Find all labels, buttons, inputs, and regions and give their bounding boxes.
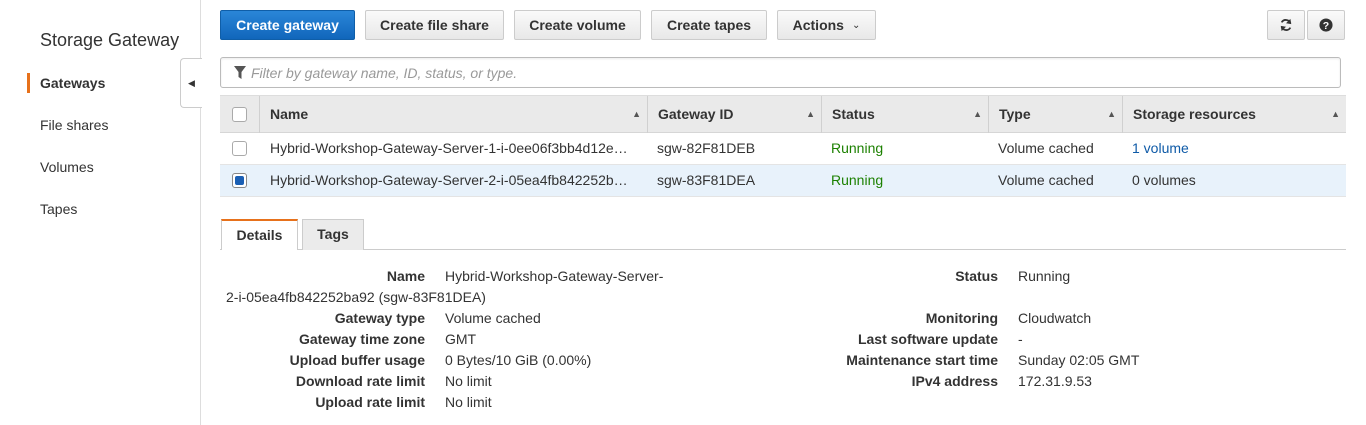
detail-time-zone-link[interactable]: GMT <box>445 331 476 347</box>
svg-text:?: ? <box>1323 20 1329 32</box>
sidebar-item-tapes[interactable]: Tapes <box>40 201 77 217</box>
detail-label-download-rate: Download rate limit <box>295 373 425 389</box>
sort-asc-icon: ▲ <box>1331 109 1340 119</box>
sort-asc-icon: ▲ <box>973 109 982 119</box>
sidebar-collapse-button[interactable]: ◀ <box>180 58 202 108</box>
tab-tags[interactable]: Tags <box>302 219 364 250</box>
gateway-id: sgw-82F81DEB <box>657 140 756 156</box>
gateway-id: sgw-83F81DEA <box>657 172 756 188</box>
refresh-icon <box>1280 18 1292 32</box>
tabs-divider <box>220 249 1346 250</box>
detail-monitoring-link[interactable]: Cloudwatch <box>1018 310 1091 326</box>
filter-box <box>220 57 1341 88</box>
sidebar-item-file-shares[interactable]: File shares <box>40 117 108 133</box>
table-row[interactable]: Hybrid-Workshop-Gateway-Server-1-i-0ee06… <box>220 133 1346 165</box>
sidebar-item-gateways[interactable]: Gateways <box>40 75 105 91</box>
column-header-type[interactable]: Type ▲ <box>988 96 1122 133</box>
sidebar-title: Storage Gateway <box>40 30 180 50</box>
detail-label-last-update: Last software update <box>857 331 998 347</box>
row-checkbox[interactable] <box>232 173 247 188</box>
actions-label: Actions <box>792 17 844 33</box>
create-volume-button[interactable]: Create volume <box>514 10 641 40</box>
detail-label-upload-rate: Upload rate limit <box>315 394 425 410</box>
column-header-gateway-id[interactable]: Gateway ID ▲ <box>647 96 821 133</box>
detail-label-status: Status <box>955 268 998 284</box>
detail-label-time-zone: Gateway time zone <box>298 331 425 347</box>
detail-name-link-continued[interactable]: 2-i-05ea4fb842252ba92 (sgw-83F81DEA) <box>226 289 486 305</box>
detail-label-upload-buffer: Upload buffer usage <box>289 352 425 368</box>
sort-asc-icon: ▲ <box>1107 109 1116 119</box>
table-row[interactable]: Hybrid-Workshop-Gateway-Server-2-i-05ea4… <box>220 165 1346 197</box>
nav-active-indicator <box>27 73 30 93</box>
triangle-left-icon: ◀ <box>188 77 195 88</box>
gateway-name: Hybrid-Workshop-Gateway-Server-1-i-0ee06… <box>270 140 628 156</box>
sort-asc-icon: ▲ <box>806 109 815 119</box>
detail-upload-buffer: 0 Bytes/10 GiB (0.00%) <box>445 352 592 368</box>
detail-maintenance-link[interactable]: Sunday 02:05 GMT <box>1018 352 1139 368</box>
detail-download-rate-link[interactable]: No limit <box>445 373 492 389</box>
select-all-checkbox[interactable] <box>232 107 247 122</box>
gateway-type: Volume cached <box>998 140 1094 156</box>
storage-resources: 0 volumes <box>1132 172 1196 188</box>
detail-ipv4: 172.31.9.53 <box>1018 373 1092 389</box>
gateway-status: Running <box>831 172 884 188</box>
row-checkbox[interactable] <box>232 141 247 156</box>
gateways-table: Name ▲ Gateway ID ▲ Status ▲ Type ▲ Storage … <box>220 95 1346 197</box>
detail-name-link[interactable]: Hybrid-Workshop-Gateway-Server- <box>445 268 663 284</box>
gateway-status: Running <box>831 140 884 156</box>
sidebar: Storage Gateway Gateways File shares Vol… <box>0 0 201 425</box>
gateway-name: Hybrid-Workshop-Gateway-Server-2-i-05ea4… <box>270 172 628 188</box>
detail-label-maintenance: Maintenance start time <box>846 352 998 368</box>
help-icon: ? <box>1319 18 1333 32</box>
detail-upload-rate-link[interactable]: No limit <box>445 394 492 410</box>
actions-dropdown[interactable]: Actions ⌄ <box>777 10 876 40</box>
column-header-status[interactable]: Status ▲ <box>821 96 988 133</box>
tab-details[interactable]: Details <box>221 219 298 250</box>
detail-last-update: - <box>1018 331 1023 347</box>
column-header-storage-resources[interactable]: Storage resources ▲ <box>1122 96 1346 133</box>
detail-label-gateway-type: Gateway type <box>334 310 425 326</box>
detail-status: Running <box>1018 268 1071 284</box>
sort-asc-icon: ▲ <box>632 109 641 119</box>
chevron-down-icon: ⌄ <box>851 19 861 31</box>
help-button[interactable]: ? <box>1307 10 1345 40</box>
gateway-type: Volume cached <box>998 172 1094 188</box>
detail-label-ipv4: IPv4 address <box>911 373 998 389</box>
filter-input[interactable] <box>251 58 1331 87</box>
table-header: Name ▲ Gateway ID ▲ Status ▲ Type ▲ Storage … <box>220 95 1346 133</box>
create-file-share-button[interactable]: Create file share <box>365 10 504 40</box>
column-header-name[interactable]: Name ▲ <box>259 96 647 133</box>
create-tapes-button[interactable]: Create tapes <box>651 10 767 40</box>
storage-resources-link[interactable]: 1 volume <box>1122 133 1342 164</box>
detail-label-name: Name <box>386 268 425 284</box>
refresh-button[interactable] <box>1267 10 1305 40</box>
filter-icon <box>234 66 246 79</box>
detail-label-monitoring: Monitoring <box>925 310 998 326</box>
detail-gateway-type: Volume cached <box>445 310 541 326</box>
sidebar-item-volumes[interactable]: Volumes <box>40 159 94 175</box>
create-gateway-button[interactable]: Create gateway <box>220 10 355 40</box>
